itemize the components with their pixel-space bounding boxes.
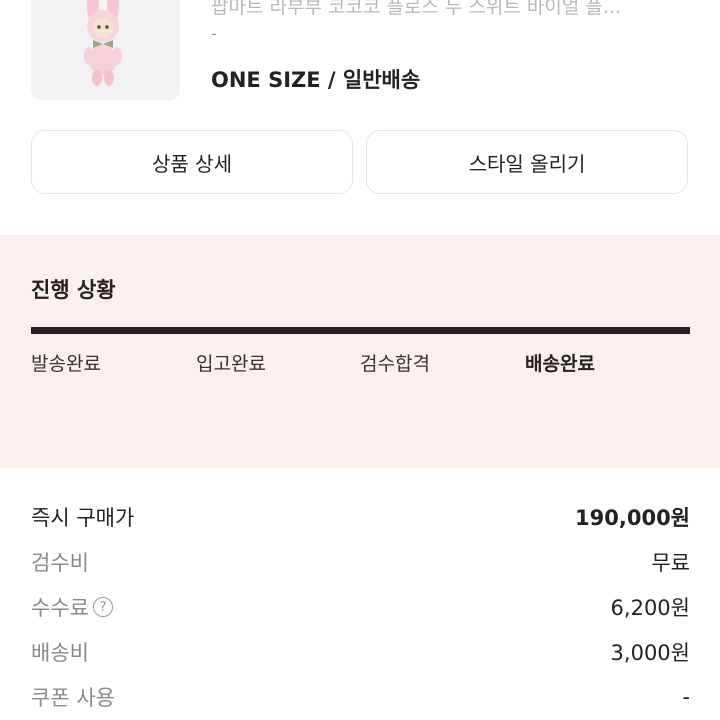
product-detail-button[interactable]: 상품 상세 bbox=[31, 130, 353, 194]
step-received: 입고완료 bbox=[196, 353, 266, 375]
progress-bar bbox=[31, 327, 690, 334]
step-shipped: 발송완료 bbox=[31, 353, 101, 375]
price-label-wrap: 수수료 ? bbox=[31, 592, 113, 622]
price-label: 검수비 bbox=[31, 551, 89, 575]
price-value: 3,000원 bbox=[610, 641, 690, 665]
plush-doll-icon bbox=[84, 0, 122, 86]
progress-title: 진행 상황 bbox=[31, 278, 116, 302]
price-row-buy-now: 즉시 구매가 190,000원 bbox=[31, 501, 690, 533]
price-row-shipping-fee: 배송비 3,000원 bbox=[31, 636, 690, 668]
price-row-coupon: 쿠폰 사용 - bbox=[31, 681, 690, 713]
price-label: 배송비 bbox=[31, 641, 89, 665]
product-subtitle: - bbox=[211, 24, 217, 43]
help-icon[interactable]: ? bbox=[92, 597, 113, 617]
price-value: 6,200원 bbox=[610, 596, 690, 620]
price-value: - bbox=[682, 685, 690, 709]
price-label: 즉시 구매가 bbox=[31, 506, 135, 530]
price-value: 무료 bbox=[651, 551, 690, 575]
product-name[interactable]: 팝마트 라부부 코코코 플로스 두 스위트 바이얼 플... bbox=[211, 0, 691, 19]
step-delivered: 배송완료 bbox=[525, 353, 595, 375]
step-inspection-passed: 검수합격 bbox=[360, 353, 430, 375]
price-label: 쿠폰 사용 bbox=[31, 686, 115, 710]
price-label: 수수료 bbox=[31, 596, 89, 620]
progress-section: 진행 상황 발송완료 입고완료 검수합격 배송완료 bbox=[0, 235, 720, 468]
price-row-inspection-fee: 검수비 무료 bbox=[31, 546, 690, 578]
price-row-commission: 수수료 ? 6,200원 bbox=[31, 591, 690, 623]
product-image[interactable] bbox=[31, 0, 180, 100]
price-value: 190,000원 bbox=[575, 506, 690, 530]
upload-style-button[interactable]: 스타일 올리기 bbox=[366, 130, 688, 194]
product-option: ONE SIZE / 일반배송 bbox=[211, 68, 421, 92]
